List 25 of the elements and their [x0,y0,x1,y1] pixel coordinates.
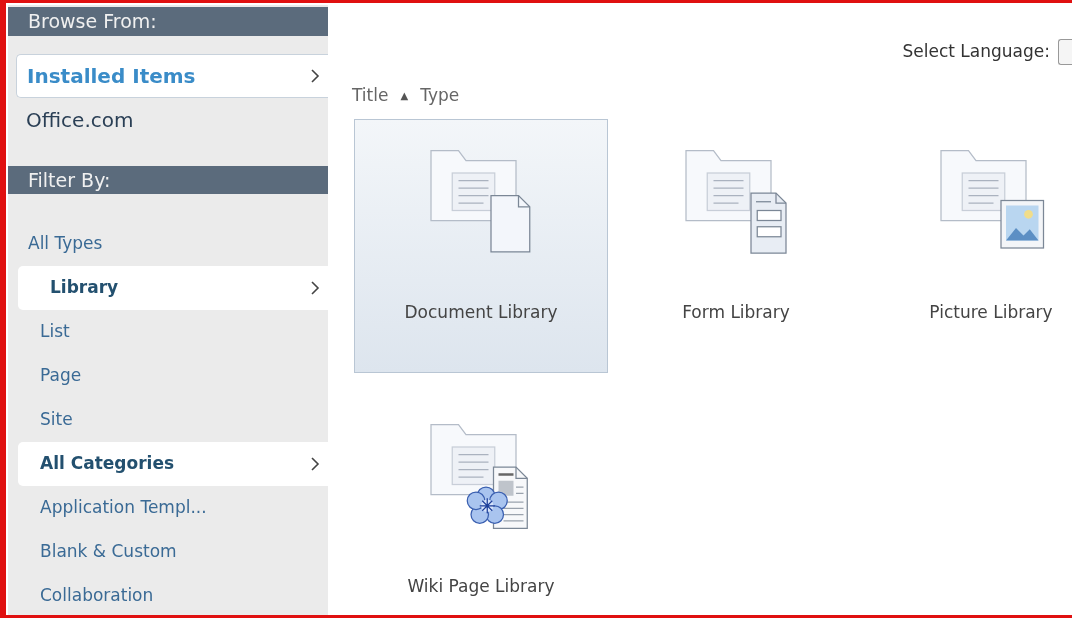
sort-arrow: ▲ [400,89,409,104]
sidebar-item[interactable]: Application Templ... [8,486,328,530]
chevron-icon [310,280,320,296]
chevron-icon [310,67,320,84]
sort-column-header[interactable]: Title [352,83,389,109]
library-tile[interactable]: Wiki Page Library [354,392,608,615]
section-header: Browse From: [8,7,328,36]
sidebar-item[interactable]: All Categories [18,442,328,486]
library-tile[interactable]: Form Library [609,118,863,373]
sidebar-item[interactable]: Page [8,354,328,398]
language-dropdown[interactable] [1058,39,1072,65]
select-language-label: Select Language: [902,40,1050,64]
sidebar-item[interactable]: Library [18,266,328,310]
sidebar-item[interactable]: All Types [8,222,328,266]
sidebar-item[interactable]: Installed Items [16,53,328,98]
library-tile[interactable]: Picture Library [864,118,1072,373]
section-header: Filter By: [8,165,328,194]
library-tile[interactable]: Document Library [354,118,608,373]
sidebar-item[interactable]: Blank & Custom [8,530,328,574]
sidebar-item[interactable]: Collaboration [8,574,328,615]
sidebar-item[interactable]: Office.com [16,97,328,142]
sidebar-item[interactable]: Site [8,398,328,442]
sidebar-item[interactable]: List [8,310,328,354]
chevron-icon [310,456,320,472]
sort-column-header[interactable]: Type [420,83,460,109]
